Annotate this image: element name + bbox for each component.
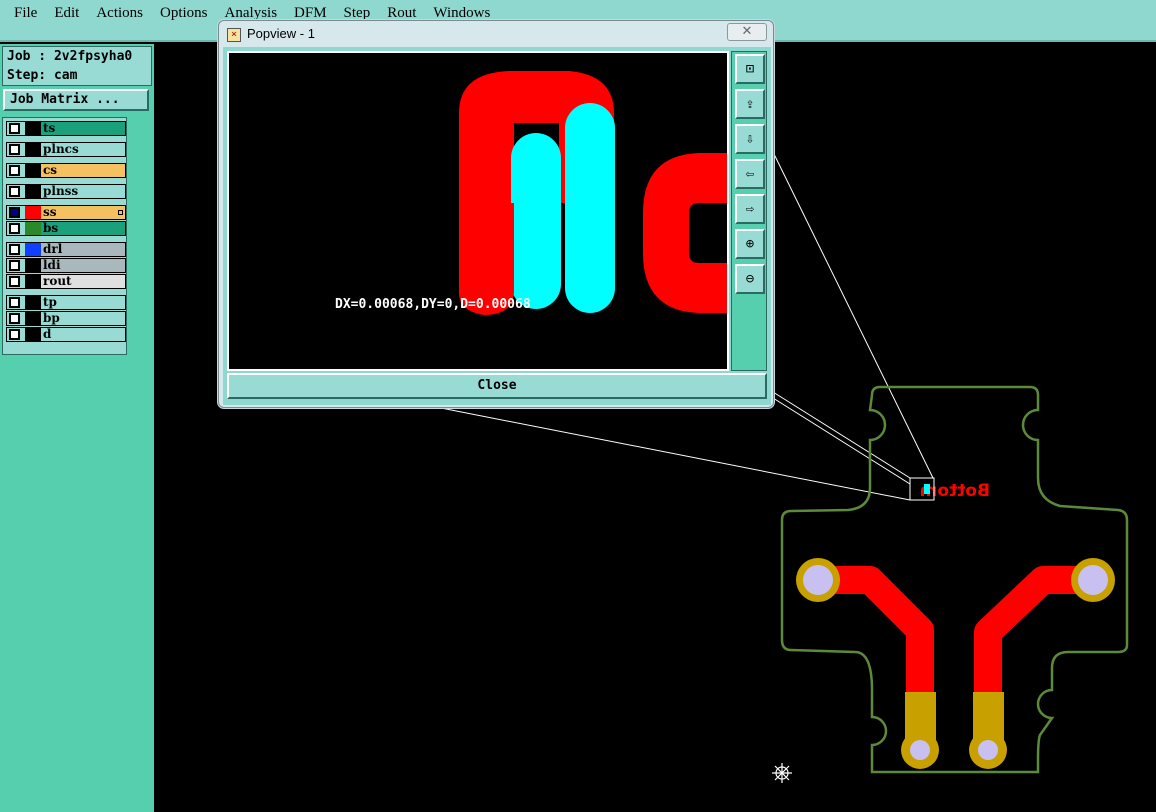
cursor-crosshair-icon [772, 763, 792, 783]
hole-bottom-left [910, 740, 930, 760]
callout-line [772, 397, 911, 485]
zoom-highlight-bar-1 [511, 133, 561, 309]
popview-title: Popview - 1 [247, 26, 315, 41]
popview-body: DX=0.00068,DY=0,D=0.00068 ⊡ ⇪ ⇩ ⇦ ⇨ ⊕ ⊖ Close [223, 47, 771, 405]
close-button[interactable]: Close [227, 373, 767, 399]
window-close-button[interactable]: ✕ [727, 23, 767, 41]
pan-up-icon[interactable]: ⇪ [735, 89, 765, 119]
zoom-copper-c [643, 153, 727, 313]
copper-trace-right [974, 566, 1093, 700]
popview-canvas[interactable]: DX=0.00068,DY=0,D=0.00068 [227, 51, 729, 371]
zoomed-view [459, 71, 727, 315]
pan-left-icon[interactable]: ⇦ [735, 159, 765, 189]
silk-text-group: Bottom [920, 481, 990, 501]
hole-bottom-right [978, 740, 998, 760]
silk-text: Bottom [920, 481, 990, 501]
hole-top-left [803, 565, 833, 595]
popview-window: × Popview - 1 ✕ DX=0.00068,DY=0,D=0.0006… [218, 20, 774, 408]
zoom-highlight-bar-2 [565, 103, 615, 313]
callout-line [772, 391, 911, 479]
zoom-out-icon[interactable]: ⊖ [735, 264, 765, 294]
copper-trace-left [818, 566, 934, 700]
zoom-region-highlight [924, 484, 930, 494]
pan-down-icon[interactable]: ⇩ [735, 124, 765, 154]
window-app-icon: × [227, 28, 241, 42]
callout-line [435, 406, 911, 501]
measurement-readout: DX=0.00068,DY=0,D=0.00068 [335, 297, 531, 312]
callout-line [772, 151, 934, 479]
zoom-fit-icon[interactable]: ⊡ [735, 54, 765, 84]
zoom-in-icon[interactable]: ⊕ [735, 229, 765, 259]
popview-toolbar: ⊡ ⇪ ⇩ ⇦ ⇨ ⊕ ⊖ [731, 51, 767, 371]
hole-top-right [1078, 565, 1108, 595]
pan-right-icon[interactable]: ⇨ [735, 194, 765, 224]
